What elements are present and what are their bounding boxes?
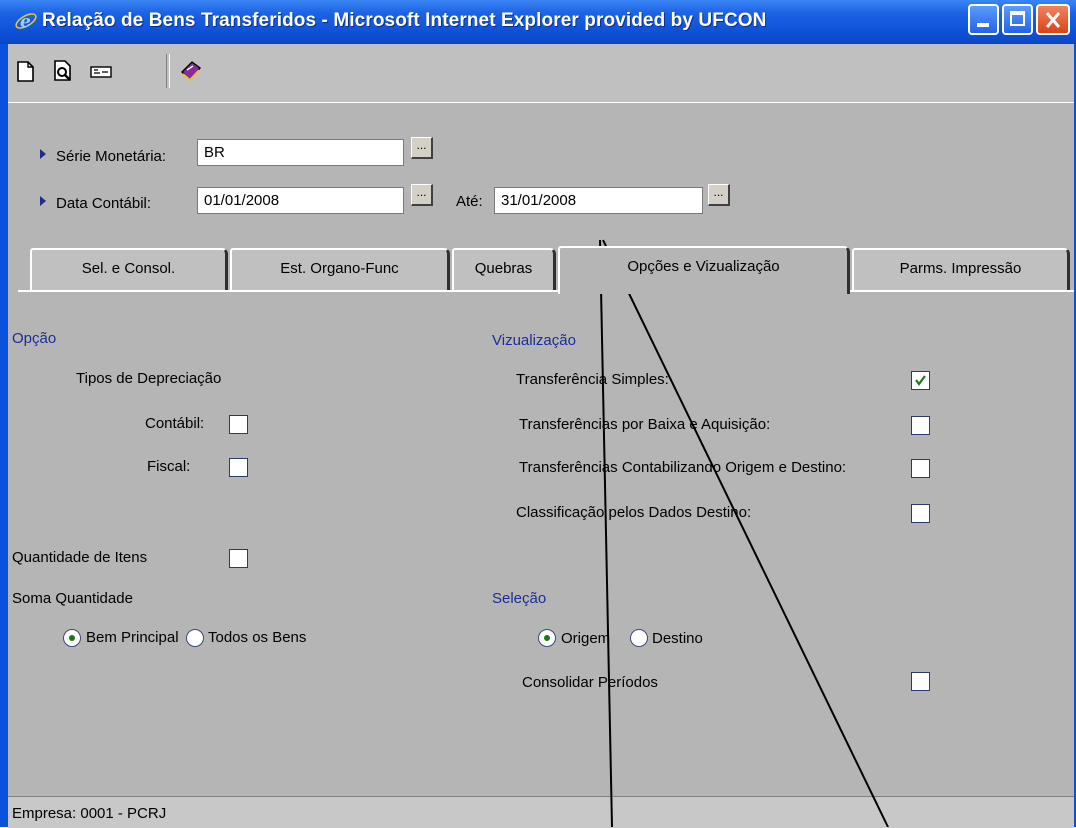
bem-principal-radio[interactable]: [63, 629, 81, 647]
todos-bens-label: Todos os Bens: [208, 629, 307, 646]
toolbar-separator: [166, 54, 170, 88]
consolidar-periodos-checkbox[interactable]: [911, 672, 930, 691]
tipos-depreciacao-label: Tipos de Depreciação: [76, 370, 222, 387]
contabil-label: Contábil:: [145, 415, 205, 432]
vizualizacao-section-title: Vizualização: [492, 332, 576, 349]
minimize-button[interactable]: [968, 4, 999, 35]
minimize-icon: [977, 23, 989, 27]
transferencias-baixa-label: Transferências por Baixa e Aquisição:: [519, 416, 771, 433]
quantidade-itens-label: Quantidade de Itens: [12, 549, 148, 566]
transferencias-baixa-checkbox[interactable]: [911, 416, 930, 435]
title-bar[interactable]: e Relação de Bens Transferidos - Microso…: [0, 0, 1076, 44]
radio-selected-dot: [69, 635, 75, 641]
data-to-lookup-button[interactable]: ...: [708, 184, 730, 206]
transferencia-simples-label: Transferência Simples:: [516, 371, 669, 388]
radio-selected-dot: [544, 635, 550, 641]
browser-window: e Relação de Bens Transferidos - Microso…: [0, 0, 1076, 828]
tab-divider: [18, 290, 1074, 292]
serie-monetaria-lookup-button[interactable]: ...: [411, 137, 433, 159]
tab-parms-impressao[interactable]: Parms. Impressão: [852, 248, 1070, 290]
classificacao-destino-label: Classificação pelos Dados Destino:: [516, 504, 752, 521]
classificacao-destino-checkbox[interactable]: [911, 504, 930, 523]
toolbar: [8, 44, 1074, 103]
data-contabil-to-input[interactable]: 31/01/2008: [494, 187, 703, 214]
transferencia-simples-checkbox[interactable]: [911, 371, 930, 390]
data-contabil-from-input[interactable]: 01/01/2008: [197, 187, 404, 214]
origem-label: Origem: [561, 630, 611, 647]
quantidade-itens-checkbox[interactable]: [229, 549, 248, 568]
config-icon[interactable]: [88, 58, 114, 84]
destino-radio[interactable]: [630, 629, 648, 647]
serie-monetaria-input[interactable]: BR: [197, 139, 404, 166]
consolidar-periodos-label: Consolidar Períodos: [522, 674, 658, 691]
fiscal-checkbox[interactable]: [229, 458, 248, 477]
svg-text:e: e: [20, 12, 31, 32]
tab-sel-consol[interactable]: Sel. e Consol.: [30, 248, 228, 290]
data-from-lookup-button[interactable]: ...: [411, 184, 433, 206]
selecao-section-title: Seleção: [492, 590, 547, 607]
maximize-button[interactable]: [1002, 4, 1033, 35]
new-document-icon[interactable]: [12, 58, 38, 84]
opcao-section-title: Opção: [12, 330, 57, 347]
status-text: Empresa: 0001 - PCRJ: [12, 805, 167, 822]
origem-radio[interactable]: [538, 629, 556, 647]
window-title: Relação de Bens Transferidos - Microsoft…: [42, 10, 767, 31]
destino-label: Destino: [652, 630, 703, 647]
soma-quantidade-label: Soma Quantidade: [12, 590, 133, 607]
check-icon: [915, 375, 926, 386]
close-button[interactable]: [1036, 4, 1070, 35]
contabil-checkbox[interactable]: [229, 415, 248, 434]
bullet-arrow-icon: [40, 149, 46, 159]
transferencias-contabilizando-label: Transferências Contabilizando Origem e D…: [519, 459, 847, 476]
bem-principal-label: Bem Principal: [86, 629, 179, 646]
help-book-icon[interactable]: [178, 58, 204, 84]
ate-label: Até:: [456, 193, 483, 210]
todos-bens-radio[interactable]: [186, 629, 204, 647]
serie-monetaria-label: Série Monetária:: [56, 148, 167, 165]
ie-icon: e: [15, 12, 37, 32]
tab-est-organo-func[interactable]: Est. Organo-Func: [230, 248, 450, 290]
tab-quebras[interactable]: Quebras: [452, 248, 556, 290]
maximize-icon: [1010, 11, 1025, 26]
data-contabil-label: Data Contábil:: [56, 195, 152, 212]
fiscal-label: Fiscal:: [147, 458, 191, 475]
tab-opcoes-vizualizacao[interactable]: Opções e Vizualização: [558, 246, 850, 294]
transferencias-contabilizando-checkbox[interactable]: [911, 459, 930, 478]
page-content: Série Monetária: BR ... Data Contábil: 0…: [8, 44, 1074, 828]
close-icon: [1045, 12, 1061, 28]
print-preview-icon[interactable]: [50, 58, 76, 84]
bullet-arrow-icon: [40, 196, 46, 206]
status-bar: Empresa: 0001 - PCRJ: [8, 796, 1074, 828]
